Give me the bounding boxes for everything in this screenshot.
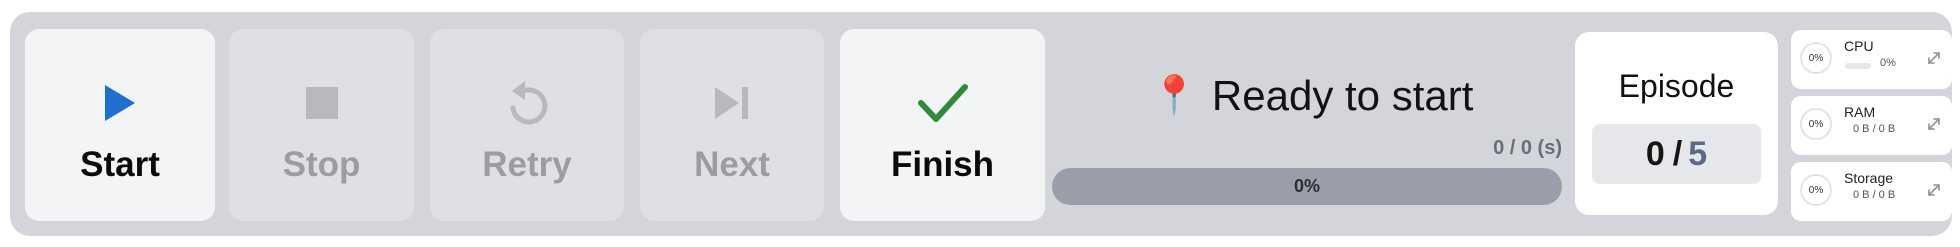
finish-button[interactable]: Finish [840,29,1045,221]
storage-value: 0 B / 0 B [1853,189,1896,201]
storage-gauge: 0% [1800,174,1832,206]
stop-icon [296,77,348,129]
status-text: Ready to start [1211,72,1474,119]
expand-icon[interactable] [1926,182,1942,198]
next-label: Next [694,145,770,184]
cpu-name: CPU [1844,38,1874,54]
cpu-gauge: 0% [1800,42,1832,74]
start-button[interactable]: Start [25,29,215,221]
retry-icon [501,77,553,129]
storage-name: Storage [1844,170,1894,186]
episode-counter: 0 / 5 [1592,124,1761,184]
episode-title: Episode [1618,68,1735,104]
finish-label: Finish [890,145,995,184]
play-icon [94,77,146,129]
episode-total: 5 [1688,134,1708,173]
next-button[interactable]: Next [640,29,824,221]
cpu-value: 0% [1880,57,1896,69]
cpu-metric: 0% CPU 0% [1791,30,1952,89]
start-label: Start [80,145,160,184]
status-area: 📍 Ready to start 0 / 0 (s) 0% [1052,52,1572,212]
control-panel: Start Stop Retry Next Finish 📍 Ready to … [10,12,1952,236]
cpu-usage-bar [1845,63,1871,69]
ram-name: RAM [1844,104,1876,120]
retry-button[interactable]: Retry [430,29,624,221]
retry-label: Retry [482,145,572,184]
episode-card: Episode 0 / 5 [1575,32,1778,215]
ram-gauge: 0% [1800,108,1832,140]
expand-icon[interactable] [1926,50,1942,66]
check-icon [917,77,969,129]
pin-icon: 📍 [1150,75,1198,117]
stop-label: Stop [282,145,361,184]
time-counter: 0 / 0 (s) [1493,137,1562,159]
episode-separator: / [1672,134,1683,173]
storage-metric: 0% Storage 0 B / 0 B [1791,162,1952,221]
ram-metric: 0% RAM 0 B / 0 B [1791,96,1952,155]
expand-icon[interactable] [1926,116,1942,132]
stop-button[interactable]: Stop [229,29,414,221]
episode-current: 0 [1645,134,1665,173]
status-message: 📍 Ready to start [1052,72,1572,120]
progress-text: 0% [1293,176,1320,196]
skip-next-icon [706,77,758,129]
ram-value: 0 B / 0 B [1853,123,1896,135]
progress-bar: 0% [1052,168,1562,205]
